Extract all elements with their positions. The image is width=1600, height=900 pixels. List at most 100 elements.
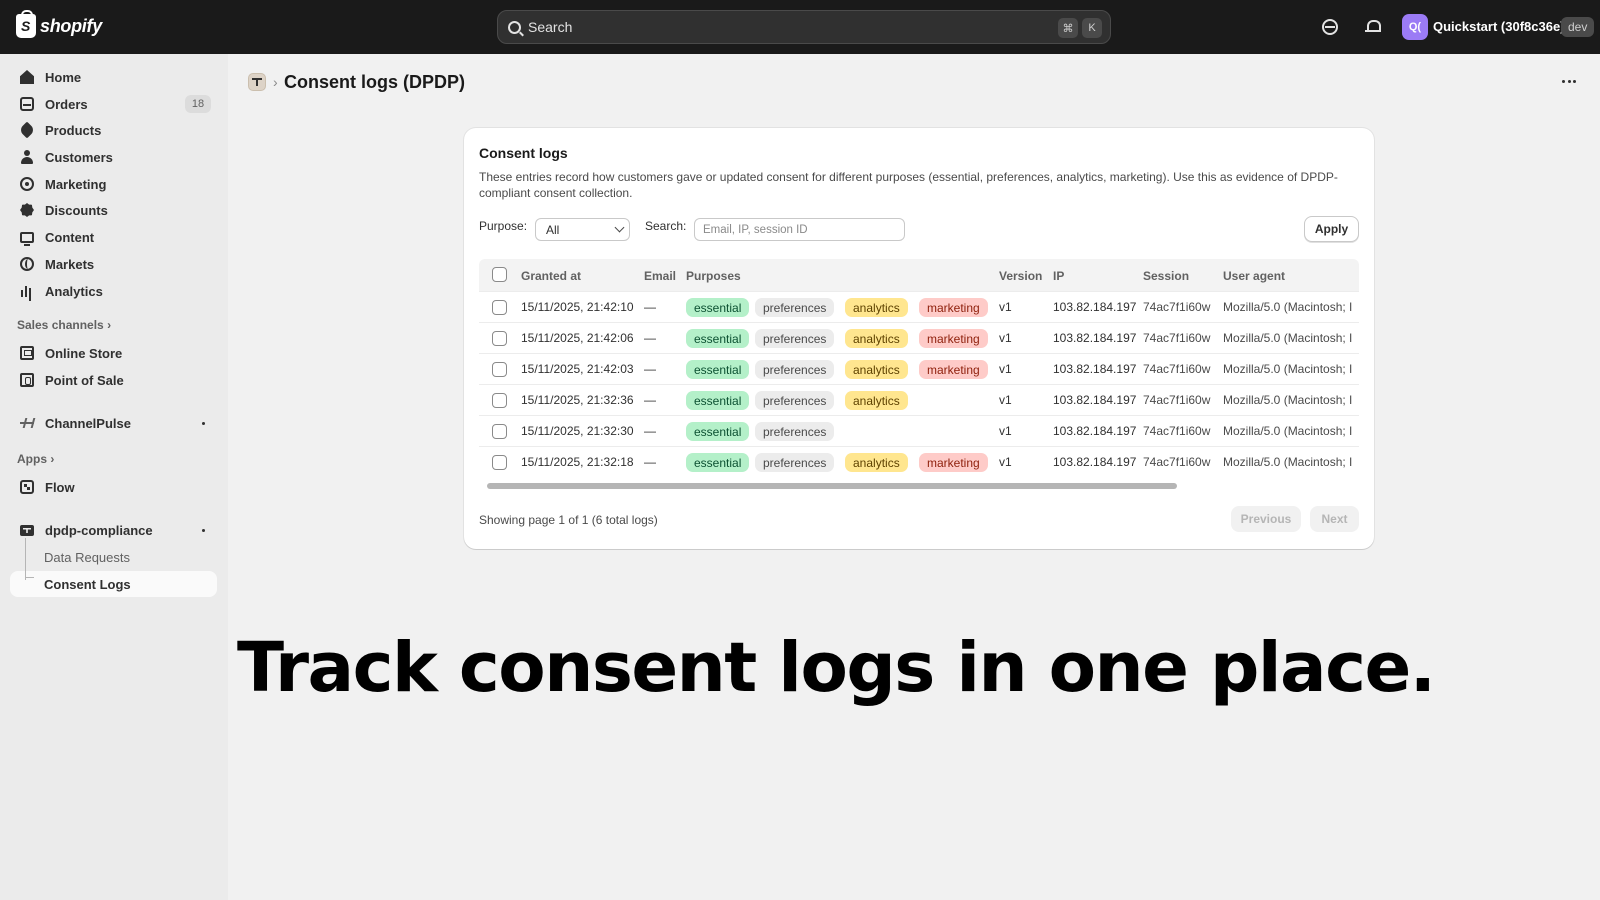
granted-at-cell: 15/11/2025, 21:32:18 bbox=[521, 455, 634, 469]
table-row[interactable]: 15/11/2025, 21:32:18 — essential preference… bbox=[479, 446, 1359, 477]
purpose-select[interactable]: All bbox=[535, 218, 630, 241]
table-row[interactable]: 15/11/2025, 21:32:30 — essential preference… bbox=[479, 415, 1359, 446]
user-agent-cell: Mozilla/5.0 (Macintosh; I bbox=[1223, 455, 1353, 469]
sidebar-item-content[interactable]: Content bbox=[10, 224, 217, 250]
sidebar-subitem-data-requests[interactable]: Data Requests bbox=[10, 544, 217, 570]
more-actions-icon[interactable] bbox=[1562, 80, 1576, 84]
email-cell: — bbox=[644, 300, 656, 314]
sidebar-subitem-consent-logs[interactable]: Consent Logs bbox=[10, 571, 217, 597]
user-agent-cell: Mozilla/5.0 (Macintosh; I bbox=[1223, 300, 1353, 314]
purpose-badge-preferences: preferences bbox=[755, 360, 835, 379]
sales-channels-label: Sales channels bbox=[17, 318, 104, 332]
email-cell: — bbox=[644, 331, 656, 345]
session-cell: 74ac7f1i60w bbox=[1143, 362, 1211, 376]
sidebar-item-marketing[interactable]: Marketing bbox=[10, 171, 217, 197]
purpose-label: Purpose: bbox=[479, 219, 528, 233]
session-cell: 74ac7f1i60w bbox=[1143, 393, 1211, 407]
sidebar-item-online-store[interactable]: Online Store bbox=[10, 340, 217, 366]
select-all-checkbox[interactable] bbox=[492, 267, 507, 282]
sidebar-item-flow[interactable]: Flow bbox=[10, 474, 217, 500]
email-cell: — bbox=[644, 424, 656, 438]
headline: Track consent logs in one place. bbox=[237, 628, 1436, 708]
sidebar-item-discounts[interactable]: Discounts bbox=[10, 197, 217, 223]
orders-count-badge: 18 bbox=[185, 95, 211, 113]
apps-heading[interactable]: Apps › bbox=[17, 452, 54, 466]
ip-cell: 103.82.184.197 bbox=[1053, 455, 1137, 469]
purpose-badge-analytics: analytics bbox=[845, 391, 908, 410]
purpose-badge-essential: essential bbox=[686, 422, 750, 441]
apply-button[interactable]: Apply bbox=[1304, 216, 1359, 242]
brand-name: shopify bbox=[40, 15, 102, 36]
column-header[interactable]: User agent bbox=[1223, 269, 1285, 283]
table-row[interactable]: 15/11/2025, 21:42:10 — essential preference… bbox=[479, 291, 1359, 322]
sidebar-item-point-of-sale[interactable]: Point of Sale bbox=[10, 367, 217, 393]
target-icon bbox=[20, 177, 34, 191]
row-checkbox[interactable] bbox=[492, 331, 507, 346]
table-row[interactable]: 15/11/2025, 21:32:36 — essential preference… bbox=[479, 384, 1359, 415]
store-switcher-icon[interactable] bbox=[1322, 19, 1338, 35]
search-placeholder: Search bbox=[528, 19, 573, 35]
chevron-right-icon: › bbox=[107, 318, 112, 332]
purpose-badge-preferences: preferences bbox=[755, 391, 835, 410]
store-name[interactable]: Quickstart (30f8c36e) bbox=[1433, 19, 1565, 34]
sidebar-item-analytics[interactable]: Analytics bbox=[10, 278, 217, 304]
horizontal-scrollbar[interactable] bbox=[487, 483, 1177, 489]
next-button[interactable]: Next bbox=[1310, 506, 1359, 532]
sidebar-item-channelpulse[interactable]: ChannelPulse bbox=[10, 410, 217, 436]
table-row[interactable]: 15/11/2025, 21:42:03 — essential preference… bbox=[479, 353, 1359, 384]
sidebar-item-label: Point of Sale bbox=[45, 372, 124, 388]
row-checkbox[interactable] bbox=[492, 393, 507, 408]
previous-button[interactable]: Previous bbox=[1231, 506, 1301, 532]
email-cell: — bbox=[644, 455, 656, 469]
sidebar-item-home[interactable]: Home bbox=[10, 64, 217, 90]
search-input[interactable]: Email, IP, session ID bbox=[694, 218, 905, 241]
sidebar-item-label: Discounts bbox=[45, 202, 108, 218]
sidebar-item-customers[interactable]: Customers bbox=[10, 144, 217, 170]
consent-logs-table: Granted at Email Purposes Version IP Ses… bbox=[479, 259, 1359, 485]
purpose-badge-marketing: marketing bbox=[919, 453, 988, 472]
shopify-logo[interactable]: shopify bbox=[16, 10, 102, 38]
user-agent-cell: Mozilla/5.0 (Macintosh; I bbox=[1223, 393, 1353, 407]
session-cell: 74ac7f1i60w bbox=[1143, 331, 1211, 345]
ip-cell: 103.82.184.197 bbox=[1053, 393, 1137, 407]
user-agent-cell: Mozilla/5.0 (Macintosh; I bbox=[1223, 331, 1353, 345]
table-header: Granted at Email Purposes Version IP Ses… bbox=[479, 259, 1359, 291]
consent-logs-card: Consent logs These entries record how cu… bbox=[464, 128, 1374, 549]
column-header[interactable]: Session bbox=[1143, 269, 1189, 283]
column-header[interactable]: IP bbox=[1053, 269, 1064, 283]
sidebar-item-markets[interactable]: Markets bbox=[10, 251, 217, 277]
table-row[interactable]: 15/11/2025, 21:42:06 — essential preference… bbox=[479, 322, 1359, 353]
pulse-icon bbox=[20, 416, 34, 430]
column-header[interactable]: Version bbox=[999, 269, 1042, 283]
search-icon bbox=[508, 20, 521, 34]
row-checkbox[interactable] bbox=[492, 362, 507, 377]
version-cell: v1 bbox=[999, 424, 1012, 438]
sidebar-item-dpdp-compliance[interactable]: dpdp-compliance bbox=[10, 517, 217, 543]
sales-channels-heading[interactable]: Sales channels › bbox=[17, 318, 111, 332]
row-checkbox[interactable] bbox=[492, 300, 507, 315]
app-breadcrumb-icon[interactable] bbox=[248, 73, 266, 91]
sidebar-item-label: dpdp-compliance bbox=[45, 522, 153, 538]
sidebar-item-label: Flow bbox=[45, 479, 75, 495]
user-agent-cell: Mozilla/5.0 (Macintosh; I bbox=[1223, 362, 1353, 376]
column-header[interactable]: Email bbox=[644, 269, 676, 283]
search-bar[interactable]: Search ⌘ K bbox=[497, 10, 1111, 44]
column-header[interactable]: Purposes bbox=[686, 269, 741, 283]
session-cell: 74ac7f1i60w bbox=[1143, 455, 1211, 469]
row-checkbox[interactable] bbox=[492, 424, 507, 439]
avatar[interactable]: Q( bbox=[1402, 14, 1428, 40]
granted-at-cell: 15/11/2025, 21:32:36 bbox=[521, 393, 634, 407]
purpose-badge-analytics: analytics bbox=[845, 298, 908, 317]
sidebar-item-products[interactable]: Products bbox=[10, 117, 217, 143]
flow-icon bbox=[20, 480, 34, 494]
sidebar-item-label: ChannelPulse bbox=[45, 415, 131, 431]
pin-dot-icon bbox=[202, 529, 205, 532]
column-header[interactable]: Granted at bbox=[521, 269, 581, 283]
sidebar: Home Orders 18 Products Customers Market… bbox=[0, 54, 228, 900]
sidebar-item-orders[interactable]: Orders 18 bbox=[10, 91, 217, 117]
content-icon bbox=[20, 232, 34, 246]
row-checkbox[interactable] bbox=[492, 455, 507, 470]
bell-icon[interactable] bbox=[1365, 19, 1381, 35]
sidebar-item-label: Markets bbox=[45, 256, 95, 272]
person-icon bbox=[20, 150, 34, 164]
